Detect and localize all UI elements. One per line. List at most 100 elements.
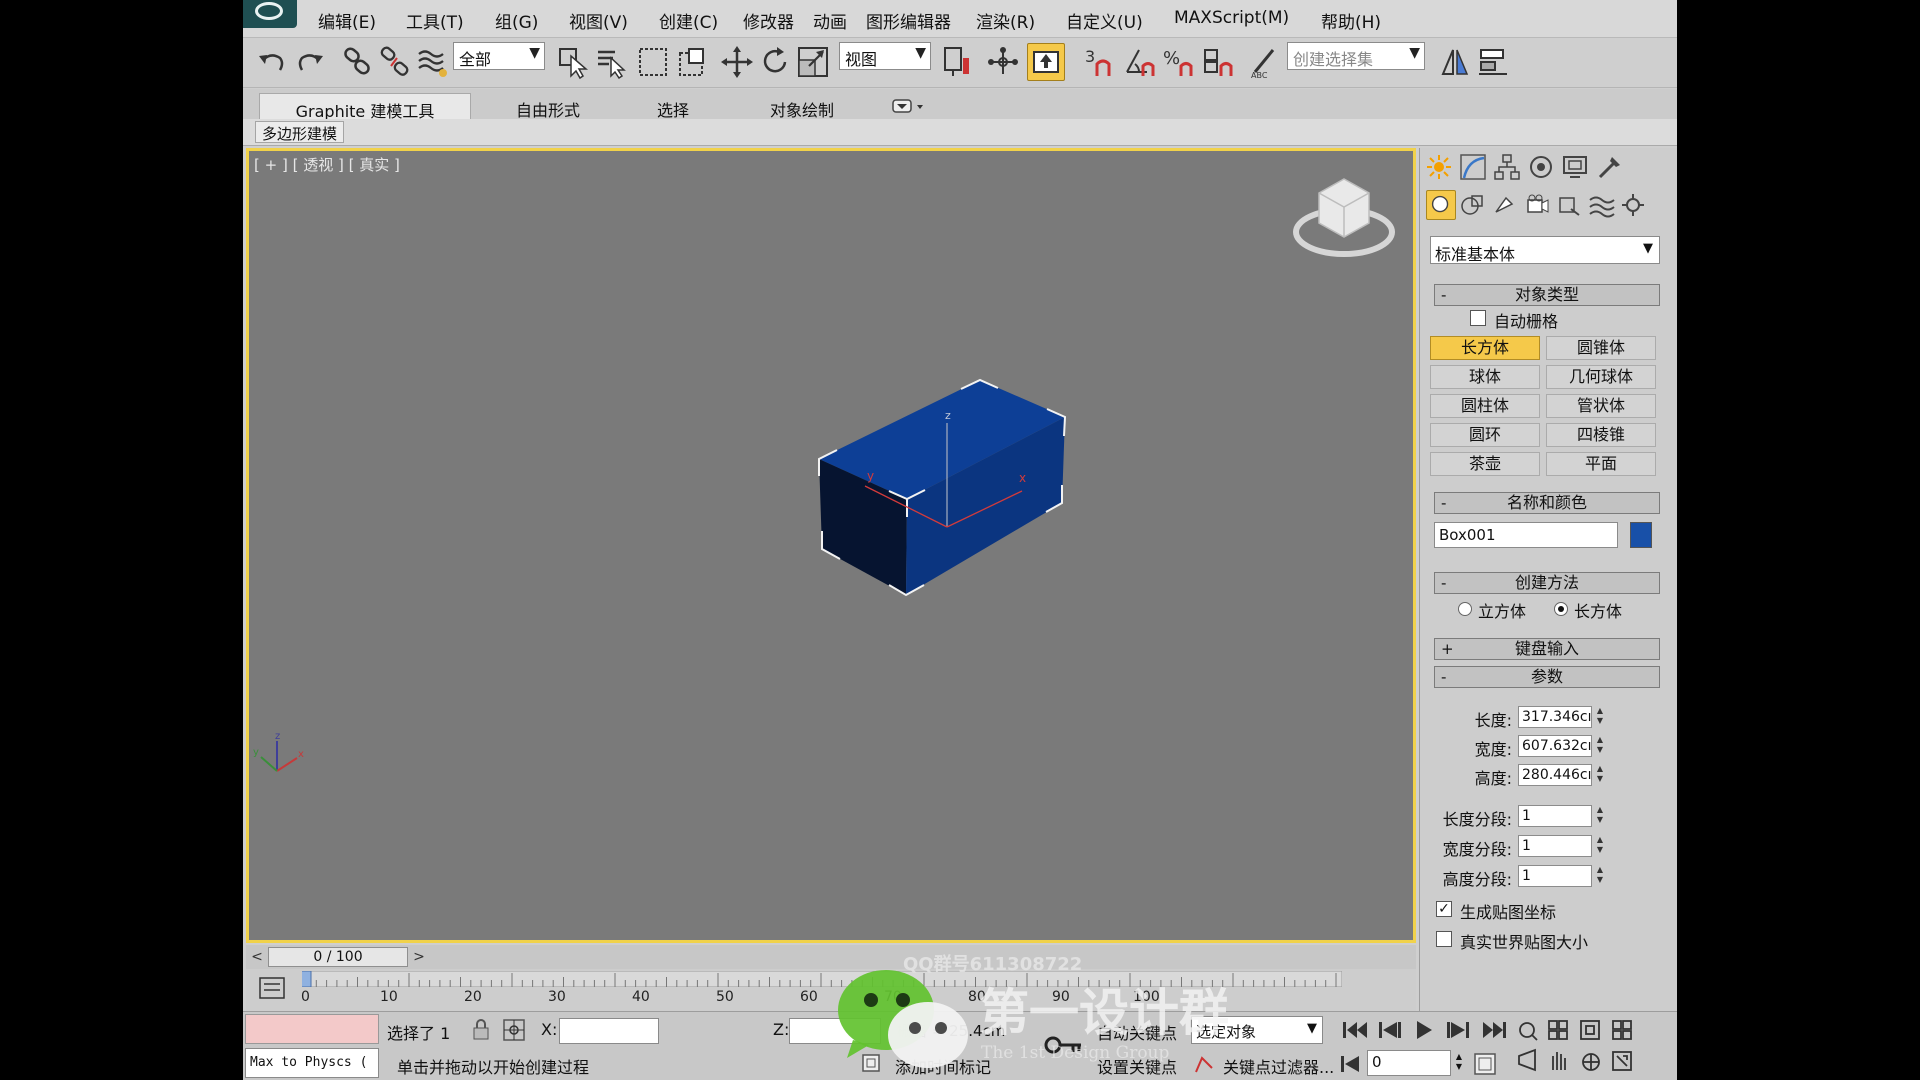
primitive-category-dropdown[interactable]: 标准基本体 ▼ [1430, 236, 1660, 264]
named-selection-dropdown[interactable]: 创建选择集 ▼ [1287, 42, 1425, 70]
perspective-viewport[interactable]: [ + ] [ 透视 ] [ 真实 ] z x y z x y [246, 148, 1416, 943]
box001-object[interactable]: z x y [818, 378, 1067, 597]
move-icon[interactable] [719, 44, 755, 80]
motion-tab-icon[interactable] [1526, 152, 1558, 184]
x-coord-field[interactable] [559, 1018, 659, 1044]
spacewarps-category-icon[interactable] [1586, 190, 1618, 222]
go-to-end-icon[interactable] [1483, 1022, 1506, 1038]
cameras-category-icon[interactable] [1522, 190, 1554, 222]
edit-named-selection-icon[interactable]: ABC [1247, 44, 1283, 80]
width-field[interactable]: 607.632cı [1518, 735, 1592, 757]
length-spinner[interactable]: ▲ ▼ [1594, 706, 1606, 728]
percent-snap-icon[interactable]: % [1161, 44, 1197, 80]
display-tab-icon[interactable] [1560, 152, 1592, 184]
key-mode-toggle-icon[interactable] [1337, 1050, 1365, 1078]
current-frame-field[interactable]: 0 [1367, 1050, 1451, 1076]
create-tab-icon[interactable] [1424, 152, 1456, 184]
time-prev-button[interactable]: < [248, 947, 266, 967]
maxscript-mini-listener[interactable] [245, 1014, 379, 1044]
height-segs-field[interactable]: 1 [1518, 865, 1592, 887]
modify-tab-icon[interactable] [1458, 152, 1490, 184]
creation-method-rollout[interactable]: - 创建方法 [1434, 572, 1660, 594]
window-crossing-icon[interactable] [675, 44, 711, 80]
orbit-icon[interactable] [1582, 1053, 1600, 1071]
plane-button[interactable]: 平面 [1546, 452, 1656, 476]
real-world-checkbox[interactable] [1436, 931, 1452, 947]
lights-category-icon[interactable] [1490, 190, 1522, 222]
go-to-start-icon[interactable] [1343, 1022, 1367, 1038]
key-mode-dropdown[interactable]: 选定对象 ▼ [1191, 1016, 1323, 1044]
curve-editor-icon[interactable] [258, 975, 286, 1001]
reference-coord-dropdown[interactable]: 视图 ▼ [839, 42, 931, 70]
utilities-tab-icon[interactable] [1594, 152, 1626, 184]
set-key-button[interactable]: 设置关键点 [1097, 1054, 1177, 1078]
select-by-name-icon[interactable] [593, 44, 629, 80]
length-field[interactable]: 317.346cı [1518, 706, 1592, 728]
menu-tools[interactable]: 工具(T) [406, 8, 464, 33]
transform-mode-icon[interactable] [501, 1017, 527, 1043]
key-tangent-icon[interactable] [1193, 1052, 1215, 1076]
tab-selection[interactable]: 选择 [633, 93, 713, 120]
torus-button[interactable]: 圆环 [1430, 423, 1540, 447]
select-object-icon[interactable] [555, 44, 591, 80]
width-segs-field[interactable]: 1 [1518, 835, 1592, 857]
spinner-snap-icon[interactable] [1201, 44, 1237, 80]
previous-frame-icon[interactable] [1379, 1022, 1401, 1038]
geometry-category-icon[interactable] [1426, 190, 1456, 220]
shapes-category-icon[interactable] [1458, 190, 1490, 222]
rotate-icon[interactable] [757, 44, 793, 80]
zoom-all-icon[interactable] [1548, 1020, 1568, 1040]
selection-filter-dropdown[interactable]: 全部 ▼ [453, 42, 545, 70]
menu-customize[interactable]: 自定义(U) [1066, 8, 1143, 33]
zoom-extents-all-icon[interactable] [1612, 1020, 1632, 1040]
menu-group[interactable]: 组(G) [495, 8, 538, 33]
time-config-icon[interactable] [1471, 1050, 1499, 1078]
mirror-icon[interactable] [1437, 44, 1473, 80]
menu-edit[interactable]: 编辑(E) [318, 8, 376, 33]
bind-spacewarp-icon[interactable] [415, 44, 451, 80]
menu-create[interactable]: 创建(C) [659, 8, 718, 33]
time-next-button[interactable]: > [410, 947, 428, 967]
width-segs-spinner[interactable]: ▲ ▼ [1594, 835, 1606, 857]
scale-icon[interactable] [795, 44, 831, 80]
cylinder-button[interactable]: 圆柱体 [1430, 394, 1540, 418]
box-radio[interactable] [1554, 602, 1568, 616]
menu-modifiers[interactable]: 修改器 [743, 8, 794, 33]
script-listener-output[interactable]: Max to Physcs ( [245, 1048, 379, 1078]
object-type-rollout[interactable]: - 对象类型 [1434, 284, 1660, 306]
current-frame-spinner[interactable]: ▲ ▼ [1453, 1052, 1465, 1074]
key-icon[interactable] [1041, 1030, 1085, 1060]
field-of-view-icon[interactable] [1518, 1048, 1536, 1072]
pyramid-button[interactable]: 四棱锥 [1546, 423, 1656, 447]
pivot-icon[interactable] [939, 44, 975, 80]
track-bar[interactable]: 0 10 20 30 40 50 60 70 80 90 100 [246, 969, 1416, 1011]
tab-object-paint[interactable]: 对象绘制 [737, 93, 867, 120]
autogrid-checkbox[interactable] [1470, 310, 1486, 326]
key-filters-button[interactable]: 关键点过滤器... [1223, 1054, 1334, 1078]
box-button[interactable]: 长方体 [1430, 336, 1540, 360]
link-icon[interactable] [339, 44, 375, 80]
height-field[interactable]: 280.446cı [1518, 764, 1592, 786]
maximize-viewport-icon[interactable] [1612, 1051, 1632, 1071]
menu-graph-editors[interactable]: 图形编辑器 [866, 8, 951, 33]
parameters-rollout[interactable]: - 参数 [1434, 666, 1660, 688]
zoom-extents-icon[interactable] [1580, 1020, 1600, 1040]
ribbon-options-dropdown[interactable] [889, 93, 929, 119]
keyboard-shortcut-override-icon[interactable] [1027, 43, 1065, 81]
play-icon[interactable] [1417, 1021, 1432, 1039]
manipulate-icon[interactable] [985, 44, 1021, 80]
menu-animation[interactable]: 动画 [813, 8, 847, 33]
teapot-button[interactable]: 茶壶 [1430, 452, 1540, 476]
pan-icon[interactable] [1552, 1052, 1566, 1070]
angle-snap-icon[interactable] [1121, 44, 1157, 80]
auto-key-button[interactable]: 自动关键点 [1097, 1020, 1177, 1044]
width-spinner[interactable]: ▲ ▼ [1594, 735, 1606, 757]
tube-button[interactable]: 管状体 [1546, 394, 1656, 418]
systems-category-icon[interactable] [1618, 190, 1650, 222]
name-color-rollout[interactable]: - 名称和颜色 [1434, 492, 1660, 514]
unlink-icon[interactable] [377, 44, 413, 80]
zoom-icon[interactable] [1519, 1022, 1538, 1041]
height-spinner[interactable]: ▲ ▼ [1594, 764, 1606, 786]
redo-icon[interactable] [293, 44, 329, 80]
rect-region-icon[interactable] [635, 44, 671, 80]
